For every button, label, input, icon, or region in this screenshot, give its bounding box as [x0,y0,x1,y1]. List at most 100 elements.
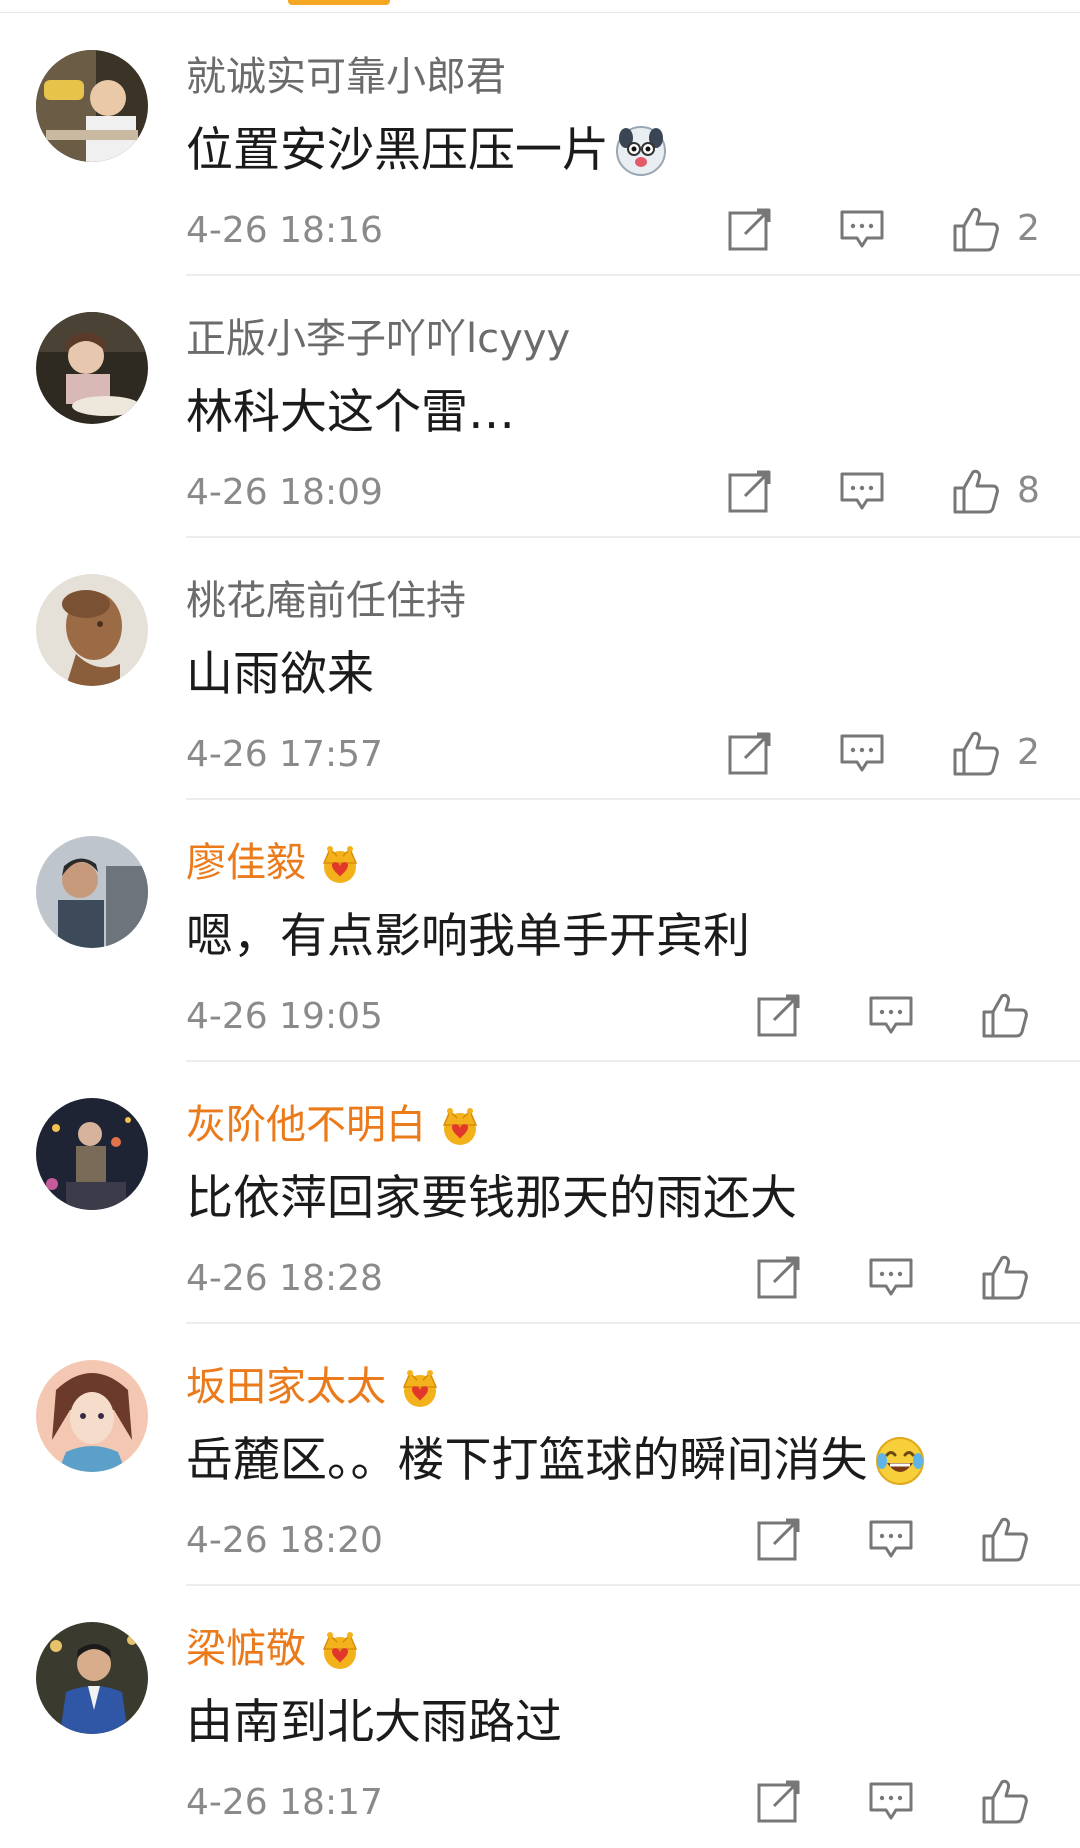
top-tab-bar [0,0,1080,13]
author-name[interactable]: 坂田家太太 [186,1360,442,1414]
comment-item: 桃花庵前任住持 山雨欲来 4-26 17:57 2 [0,538,1080,800]
vip-crown-icon [318,841,362,885]
comment-item: 廖佳毅 嗯，有点影响我单手开宾利 4-26 19:05 [0,800,1080,1062]
repost-button[interactable] [727,208,773,252]
like-button[interactable] [980,1514,1030,1564]
comment-time: 4-26 18:09 [186,472,383,513]
tears-of-joy-emoji-icon [874,1435,926,1487]
comment-time: 4-26 18:16 [186,210,383,251]
repost-button[interactable] [756,1518,802,1562]
avatar[interactable] [36,1622,148,1734]
like-button[interactable] [980,1252,1030,1302]
comment-item: 正版小李子吖吖lcyyy 林科大这个雷… 4-26 18:09 8 [0,276,1080,538]
reply-button[interactable] [839,470,885,514]
author-name[interactable]: 就诚实可靠小郎君 [186,50,506,104]
comment-text-content: 山雨欲来 [186,647,374,702]
comment-item: 坂田家太太 岳麓区。。楼下打篮球的瞬间消失 4-26 18:20 [0,1324,1080,1586]
comment-icon [840,210,884,248]
vip-crown-icon [318,1627,362,1671]
repost-icon [728,732,771,775]
comment-item: 灰阶他不明白 比依萍回家要钱那天的雨还大 4-26 18:28 [0,1062,1080,1324]
author-name-text: 桃花庵前任住持 [186,578,466,624]
author-name[interactable]: 梁惦敬 [186,1622,362,1676]
repost-button[interactable] [756,994,802,1038]
like-button[interactable] [980,1776,1030,1826]
like-count: 2 [1017,208,1040,249]
reply-button[interactable] [839,732,885,776]
comment-text: 由南到北大雨路过 [186,1692,562,1754]
comment-icon [840,472,884,510]
comment-text: 林科大这个雷… [186,382,515,444]
repost-button[interactable] [756,1780,802,1824]
avatar[interactable] [36,50,148,162]
comment-text: 嗯，有点影响我单手开宾利 [186,906,750,968]
repost-button[interactable] [756,1256,802,1300]
comment-time: 4-26 18:20 [186,1520,383,1561]
comment-time: 4-26 18:28 [186,1258,383,1299]
vip-crown-icon [438,1103,482,1147]
author-name[interactable]: 灰阶他不明白 [186,1098,482,1152]
reply-button[interactable] [868,1518,914,1562]
comment-time: 4-26 18:17 [186,1782,383,1823]
author-name-text: 正版小李子吖吖lcyyy [186,316,571,362]
author-name[interactable]: 廖佳毅 [186,836,362,890]
avatar[interactable] [36,1360,148,1472]
avatar[interactable] [36,836,148,948]
vip-crown-icon [398,1365,442,1409]
comment-text-content: 嗯，有点影响我单手开宾利 [186,909,750,964]
dog-face-emoji-icon [615,125,667,177]
thumbs-up-icon [982,1517,1028,1562]
author-name-text: 廖佳毅 [186,840,306,886]
comment-text: 岳麓区。。楼下打篮球的瞬间消失 [186,1430,926,1492]
comment-list: 就诚实可靠小郎君 位置安沙黑压压一片 4-26 18:16 2 正版小李子吖吖l… [0,14,1080,1848]
author-name[interactable]: 正版小李子吖吖lcyyy [186,312,570,366]
comment-text-content: 林科大这个雷… [186,385,515,440]
author-name-text: 灰阶他不明白 [186,1102,426,1148]
comment-time: 4-26 17:57 [186,734,383,775]
comment-text: 位置安沙黑压压一片 [186,120,667,182]
avatar[interactable] [36,312,148,424]
thumbs-up-icon [982,1779,1028,1824]
thumbs-up-icon [982,1255,1028,1300]
avatar[interactable] [36,574,148,686]
comment-text-content: 岳麓区。。楼下打篮球的瞬间消失 [186,1433,868,1488]
comment-icon [840,734,884,772]
like-button[interactable]: 2 [951,728,1040,778]
author-name-text: 梁惦敬 [186,1626,306,1672]
comment-icon [869,996,913,1034]
repost-icon [757,994,800,1037]
comment-icon [869,1258,913,1296]
comment-text-content: 由南到北大雨路过 [186,1695,562,1750]
repost-icon [757,1780,800,1823]
like-button[interactable]: 2 [951,204,1040,254]
author-name-text: 坂田家太太 [186,1364,386,1410]
reply-button[interactable] [868,1780,914,1824]
like-count: 2 [1017,732,1040,773]
thumbs-up-icon [982,993,1028,1038]
repost-icon [757,1518,800,1561]
comment-icon [869,1782,913,1820]
repost-button[interactable] [727,470,773,514]
comment-text-content: 比依萍回家要钱那天的雨还大 [186,1171,797,1226]
like-count: 8 [1017,470,1040,511]
reply-button[interactable] [839,208,885,252]
like-button[interactable] [980,990,1030,1040]
comment-text: 山雨欲来 [186,644,374,706]
comment-time: 4-26 19:05 [186,996,383,1037]
comment-text: 比依萍回家要钱那天的雨还大 [186,1168,797,1230]
repost-button[interactable] [727,732,773,776]
reply-button[interactable] [868,994,914,1038]
active-tab-indicator [288,0,390,5]
reply-button[interactable] [868,1256,914,1300]
thumbs-up-icon [953,731,999,776]
avatar[interactable] [36,1098,148,1210]
comment-text-content: 位置安沙黑压压一片 [186,123,609,178]
repost-icon [728,208,771,251]
thumbs-up-icon [953,469,999,514]
author-name-text: 就诚实可靠小郎君 [186,54,506,100]
repost-icon [728,470,771,513]
author-name[interactable]: 桃花庵前任住持 [186,574,466,628]
repost-icon [757,1256,800,1299]
comment-item: 梁惦敬 由南到北大雨路过 4-26 18:17 [0,1586,1080,1848]
like-button[interactable]: 8 [951,466,1040,516]
